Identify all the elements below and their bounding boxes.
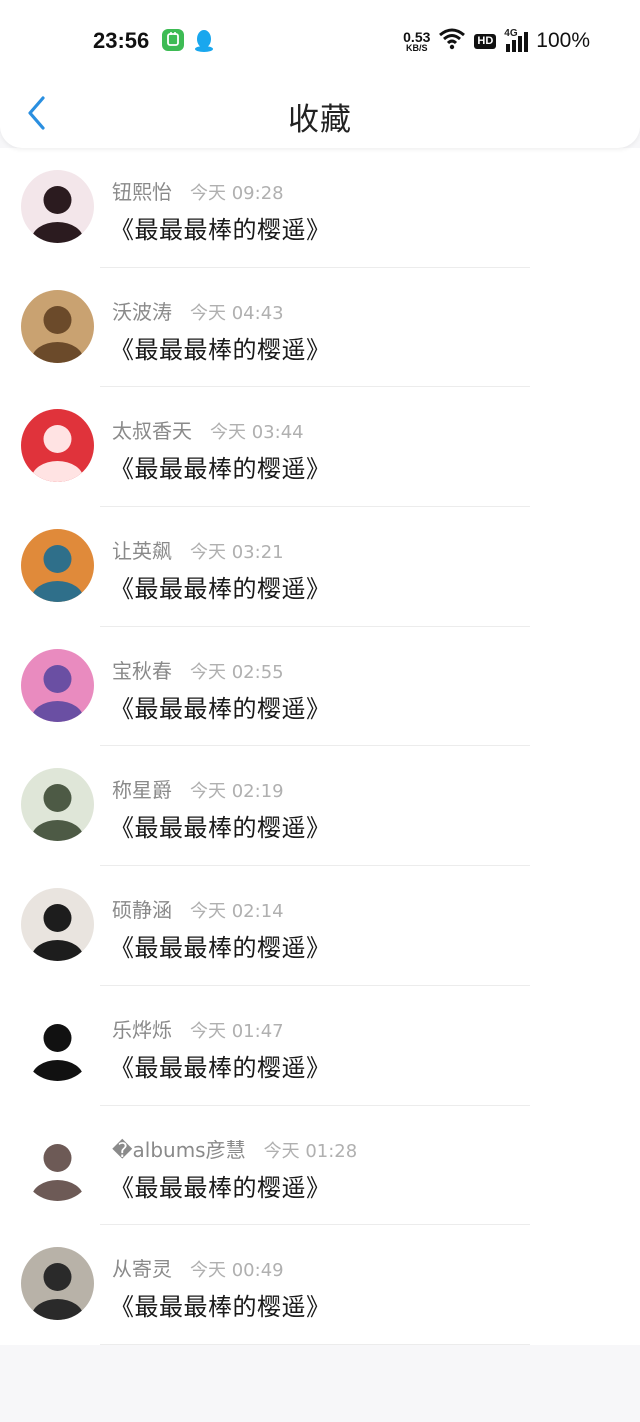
avatar[interactable] xyxy=(21,170,94,243)
item-meta: 太叔香天 今天 03:44 xyxy=(112,415,304,444)
avatar-image xyxy=(21,888,94,962)
timestamp: 今天 01:47 xyxy=(190,1020,284,1042)
signal-bar xyxy=(524,32,529,52)
list-item[interactable]: �albums彦慧 今天 01:28 《最最最棒的樱遥》 xyxy=(0,1106,640,1226)
user-name[interactable]: 太叔香天 xyxy=(112,415,192,444)
list-item[interactable]: 乐烨烁 今天 01:47 《最最最棒的樱遥》 xyxy=(0,986,640,1106)
page-title: 收藏 xyxy=(288,102,352,138)
avatar[interactable] xyxy=(21,1127,94,1201)
user-name[interactable]: 沃波涛 xyxy=(112,296,172,325)
user-name[interactable]: 从寄灵 xyxy=(112,1253,172,1282)
battery-level: 100% xyxy=(536,29,590,52)
timestamp: 今天 03:21 xyxy=(190,542,284,564)
favorite-title[interactable]: 《最最最棒的樱遥》 xyxy=(110,569,331,604)
user-name[interactable]: 钮熙怡 xyxy=(112,176,172,205)
timestamp: 今天 02:19 xyxy=(190,781,284,803)
timestamp: 今天 00:49 xyxy=(190,1260,284,1282)
item-meta: 硕静涵 今天 02:14 xyxy=(112,894,284,923)
favorite-title[interactable]: 《最最最棒的樱遥》 xyxy=(110,808,331,843)
avatar-image xyxy=(21,1127,94,1201)
list-item[interactable]: 太叔香天 今天 03:44 《最最最棒的樱遥》 xyxy=(0,387,640,508)
item-meta: 让英飙 今天 03:21 xyxy=(112,535,284,564)
avatar-image xyxy=(21,768,94,842)
status-right-cluster: 0.53 KB/S HD 4G 100% xyxy=(403,28,590,54)
favorite-title[interactable]: 《最最最棒的樱遥》 xyxy=(110,210,331,245)
user-name[interactable]: �albums彦慧 xyxy=(112,1134,246,1163)
avatar-image xyxy=(21,170,94,243)
timestamp: 今天 02:55 xyxy=(190,661,284,683)
network-speed: 0.53 KB/S xyxy=(403,30,430,53)
item-meta: 从寄灵 今天 00:49 xyxy=(112,1253,284,1282)
favorite-title[interactable]: 《最最最棒的樱遥》 xyxy=(110,1048,331,1083)
timestamp: 今天 04:43 xyxy=(190,302,284,324)
qq-app-icon xyxy=(193,29,215,52)
item-meta: 钮熙怡 今天 09:28 xyxy=(112,176,284,205)
item-meta: 乐烨烁 今天 01:47 xyxy=(112,1014,284,1043)
item-meta: 称星爵 今天 02:19 xyxy=(112,774,284,803)
timestamp: 今天 01:28 xyxy=(263,1140,358,1162)
favorite-title[interactable]: 《最最最棒的樱遥》 xyxy=(110,449,331,484)
avatar[interactable] xyxy=(21,529,94,603)
network-type-label: 4G xyxy=(504,28,518,39)
avatar[interactable] xyxy=(21,768,94,842)
app-root: 23:56 0.53 KB/S HD 4G 100% 收藏 钮熙怡 今天 09:… xyxy=(0,0,640,1422)
speed-unit: KB/S xyxy=(406,42,428,53)
avatar[interactable] xyxy=(21,888,94,962)
avatar[interactable] xyxy=(21,648,94,722)
list-item[interactable]: 硕静涵 今天 02:14 《最最最棒的樱遥》 xyxy=(0,866,640,986)
signal-icon: 4G xyxy=(504,28,529,52)
user-name[interactable]: 乐烨烁 xyxy=(112,1014,172,1043)
avatar[interactable] xyxy=(21,409,94,483)
signal-bar xyxy=(518,36,523,52)
speed-value: 0.53 xyxy=(403,28,431,45)
favorite-title[interactable]: 《最最最棒的樱遥》 xyxy=(110,689,331,724)
avatar[interactable] xyxy=(21,1007,94,1081)
favorites-list: 钮熙怡 今天 09:28 《最最最棒的樱遥》 沃波涛 今天 04:43 《最最最棒的樱遥》… xyxy=(0,148,640,1345)
favorite-title[interactable]: 《最最最棒的樱遥》 xyxy=(110,928,331,963)
list-item[interactable]: 钮熙怡 今天 09:28 《最最最棒的樱遥》 xyxy=(0,148,640,268)
wifi-icon xyxy=(438,28,466,54)
list-item[interactable]: 从寄灵 今天 00:49 《最最最棒的樱遥》 xyxy=(0,1225,640,1345)
wechat-app-icon xyxy=(162,29,184,51)
status-bar: 23:56 0.53 KB/S HD 4G 100% xyxy=(0,0,640,80)
timestamp: 今天 03:44 xyxy=(210,422,304,444)
avatar[interactable] xyxy=(21,1247,94,1321)
top-card: 23:56 0.53 KB/S HD 4G 100% 收藏 xyxy=(0,0,640,148)
avatar-image xyxy=(21,648,94,722)
list-item[interactable]: 宝秋春 今天 02:55 《最最最棒的樱遥》 xyxy=(0,627,640,747)
avatar-image xyxy=(21,289,94,363)
favorite-title[interactable]: 《最最最棒的樱遥》 xyxy=(110,1287,331,1322)
item-meta: 宝秋春 今天 02:55 xyxy=(112,655,284,684)
avatar-image xyxy=(21,1007,94,1081)
list-item[interactable]: 沃波涛 今天 04:43 《最最最棒的樱遥》 xyxy=(0,268,640,388)
signal-bar xyxy=(512,40,517,52)
avatar-image xyxy=(21,1247,94,1321)
item-meta: �albums彦慧 今天 01:28 xyxy=(112,1134,357,1163)
avatar[interactable] xyxy=(21,289,94,363)
favorite-title[interactable]: 《最最最棒的樱遥》 xyxy=(110,1168,331,1203)
user-name[interactable]: 让英飙 xyxy=(112,535,172,564)
user-name[interactable]: 宝秋春 xyxy=(112,655,172,684)
avatar-image xyxy=(21,409,94,483)
avatar-image xyxy=(21,529,94,603)
item-meta: 沃波涛 今天 04:43 xyxy=(112,296,284,325)
timestamp: 今天 02:14 xyxy=(190,901,284,923)
user-name[interactable]: 称星爵 xyxy=(112,774,172,803)
list-item[interactable]: 让英飙 今天 03:21 《最最最棒的樱遥》 xyxy=(0,507,640,627)
divider xyxy=(100,1343,530,1345)
timestamp: 今天 09:28 xyxy=(190,183,284,204)
signal-bar xyxy=(506,44,511,52)
favorite-title[interactable]: 《最最最棒的樱遥》 xyxy=(110,330,331,365)
user-name[interactable]: 硕静涵 xyxy=(112,894,172,923)
header: 收藏 xyxy=(0,80,640,148)
list-item[interactable]: 称星爵 今天 02:19 《最最最棒的樱遥》 xyxy=(0,746,640,867)
hd-badge: HD xyxy=(474,33,497,49)
status-time: 23:56 xyxy=(93,28,150,53)
